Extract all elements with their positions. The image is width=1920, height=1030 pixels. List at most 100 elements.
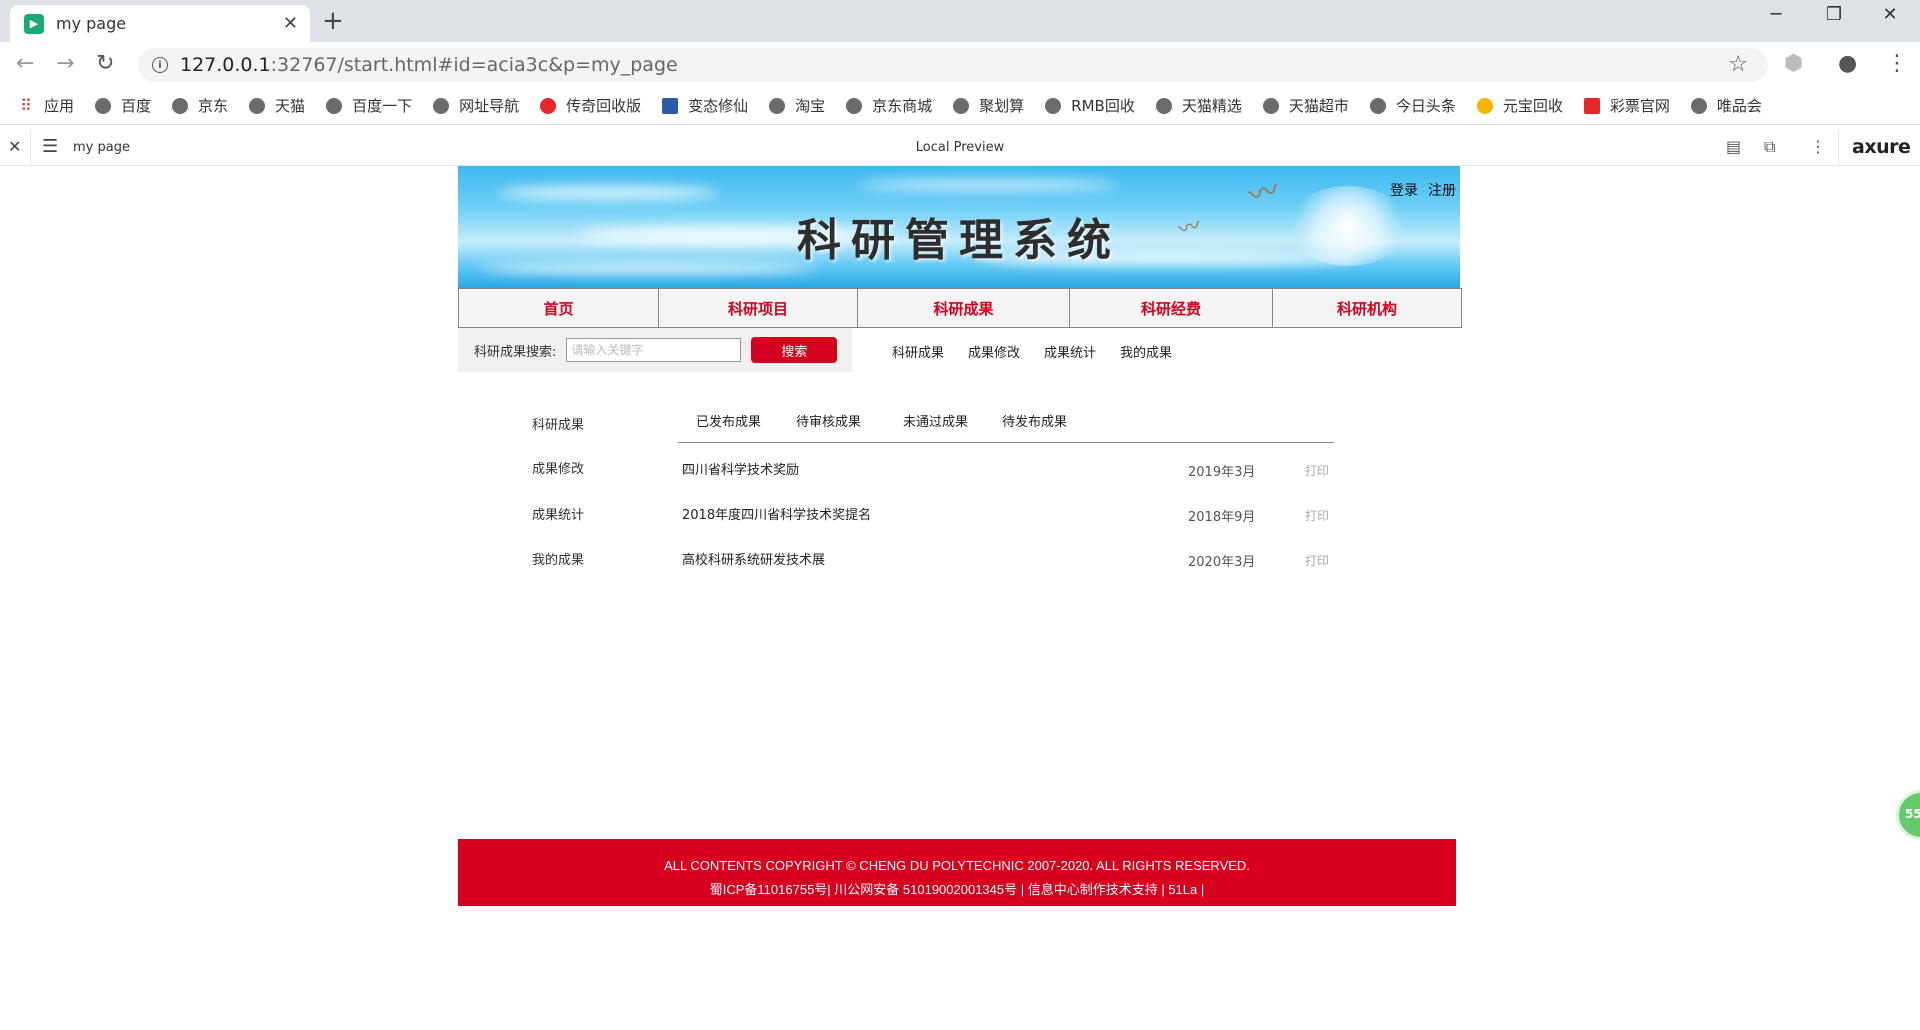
lottery-icon xyxy=(1583,97,1600,114)
bookmark-item[interactable]: 聚划算 xyxy=(953,95,1024,116)
register-link[interactable]: 注册 xyxy=(1428,180,1456,200)
minimize-icon[interactable]: ─ xyxy=(1756,4,1796,25)
bookmark-item[interactable]: 百度 xyxy=(95,95,151,116)
url-path: :32767/start.html#id=acia3c&p=my_page xyxy=(270,54,678,76)
close-tab-icon[interactable]: ✕ xyxy=(283,13,298,34)
bookmark-item[interactable]: RMB回收 xyxy=(1045,95,1135,116)
globe-icon xyxy=(1045,97,1062,114)
inspect-icon[interactable]: ⧉ xyxy=(1764,137,1775,157)
nav-home[interactable]: 首页 xyxy=(459,289,659,327)
sidebar-item-research-results[interactable]: 科研成果 xyxy=(532,414,584,433)
bookmark-item[interactable]: 淘宝 xyxy=(769,95,825,116)
bookmarks-bar: ⠿ 应用 百度 京东 天猫 百度一下 网址导航 传奇回收版 变态修仙 淘宝 京东商… xyxy=(0,87,1920,125)
main-nav: 首页 科研项目 科研成果 科研经费 科研机构 xyxy=(458,288,1462,328)
bookmark-item[interactable]: 百度一下 xyxy=(326,95,412,116)
play-icon: ▶ xyxy=(24,13,44,34)
bookmark-item[interactable]: 天猫超市 xyxy=(1262,95,1349,116)
tab-to-publish[interactable]: 待发布成果 xyxy=(1002,411,1067,430)
nav-research-funding[interactable]: 科研经费 xyxy=(1070,289,1273,327)
globe-icon xyxy=(172,97,189,114)
address-bar[interactable]: i 127.0.0.1 :32767/start.html#id=acia3c&… xyxy=(138,48,1768,82)
sidebar-item-my-results[interactable]: 我的成果 xyxy=(532,549,584,568)
globe-icon xyxy=(1369,97,1386,114)
nav-research-results[interactable]: 科研成果 xyxy=(858,289,1070,327)
preview-label: Local Preview xyxy=(915,140,1005,155)
bookmark-apps[interactable]: ⠿ 应用 xyxy=(18,95,74,116)
browser-tab[interactable]: ▶ my page ✕ xyxy=(10,5,310,42)
menu-kebab-icon[interactable]: ⋮ xyxy=(1886,51,1908,76)
bookmark-star-icon[interactable]: ☆ xyxy=(1728,52,1748,77)
new-tab-icon[interactable]: + xyxy=(322,6,344,36)
nav-research-projects[interactable]: 科研项目 xyxy=(659,289,858,327)
subnav-edit-results[interactable]: 成果修改 xyxy=(968,342,1020,361)
sub-nav: 科研成果 成果修改 成果统计 我的成果 xyxy=(892,342,1196,361)
site-title: 科研管理系统 xyxy=(797,215,1121,266)
globe-icon xyxy=(1262,97,1279,114)
globe-icon xyxy=(433,97,450,114)
subnav-my-results[interactable]: 我的成果 xyxy=(1120,342,1172,361)
tab-rejected[interactable]: 未通过成果 xyxy=(903,411,968,430)
gold-ingot-icon xyxy=(1476,97,1493,114)
login-link[interactable]: 登录 xyxy=(1390,180,1418,200)
globe-icon xyxy=(846,97,863,114)
bookmark-item[interactable]: 元宝回收 xyxy=(1476,95,1563,116)
forward-icon[interactable]: → xyxy=(56,51,74,76)
result-date: 2020年3月 xyxy=(1188,555,1256,570)
bookmark-item[interactable]: 彩票官网 xyxy=(1583,95,1670,116)
record-icon xyxy=(540,97,557,114)
notes-icon[interactable]: ▤ xyxy=(1726,137,1741,156)
print-link[interactable]: 打印 xyxy=(1305,462,1329,479)
nav-research-institutions[interactable]: 科研机构 xyxy=(1273,289,1461,327)
reload-icon[interactable]: ↻ xyxy=(96,51,114,76)
globe-icon xyxy=(326,97,343,114)
back-icon[interactable]: ← xyxy=(16,51,34,76)
subnav-research-results[interactable]: 科研成果 xyxy=(892,342,944,361)
result-title[interactable]: 2018年度四川省科学技术奖提名 xyxy=(682,504,871,523)
bookmark-item[interactable]: 传奇回收版 xyxy=(540,95,641,116)
list-item: 2018年度四川省科学技术奖提名 2018年9月 打印 xyxy=(682,504,1334,528)
extension-icon[interactable]: ⬢ xyxy=(1784,51,1803,76)
result-title[interactable]: 高校科研系统研发技术展 xyxy=(682,549,825,568)
copyright-text: ALL CONTENTS COPYRIGHT © CHENG DU POLYTE… xyxy=(664,858,1250,873)
search-button[interactable]: 搜索 xyxy=(751,337,838,363)
window-close-icon[interactable]: ✕ xyxy=(1870,4,1910,25)
print-link[interactable]: 打印 xyxy=(1305,507,1329,524)
results-tabs: 已发布成果 待审核成果 未通过成果 待发布成果 xyxy=(678,410,1334,443)
tab-title: my page xyxy=(56,14,127,33)
floating-counter-badge[interactable]: 55 xyxy=(1896,790,1920,840)
profile-icon[interactable]: ● xyxy=(1838,51,1857,76)
print-link[interactable]: 打印 xyxy=(1305,552,1329,569)
bookmark-item[interactable]: 天猫精选 xyxy=(1155,95,1242,116)
subnav-results-stats[interactable]: 成果统计 xyxy=(1044,342,1096,361)
bookmark-item[interactable]: 网址导航 xyxy=(433,95,519,116)
browser-toolbar: ← → ↻ i 127.0.0.1 :32767/start.html#id=a… xyxy=(0,42,1920,87)
globe-icon xyxy=(249,97,266,114)
globe-icon xyxy=(953,97,970,114)
results-search: 科研成果搜索: 搜索 xyxy=(458,328,852,372)
bookmark-item[interactable]: 京东商城 xyxy=(846,95,932,116)
auth-links: 登录 注册 xyxy=(1390,180,1456,200)
info-icon[interactable]: i xyxy=(152,57,168,73)
result-title[interactable]: 四川省科学技术奖励 xyxy=(682,459,799,478)
restore-icon[interactable]: ❐ xyxy=(1814,4,1854,25)
bookmark-item[interactable]: 天猫 xyxy=(249,95,305,116)
divider xyxy=(1838,130,1839,166)
sidebar-item-edit-results[interactable]: 成果修改 xyxy=(532,458,584,477)
browser-tab-strip: ▶ my page ✕ + ─ ❐ ✕ xyxy=(0,0,1920,42)
bookmark-item[interactable]: 京东 xyxy=(172,95,228,116)
axure-logo: axure xyxy=(1852,136,1911,158)
cloud-decoration xyxy=(498,186,718,200)
tab-pending-review[interactable]: 待审核成果 xyxy=(796,411,861,430)
bookmark-item[interactable]: 变态修仙 xyxy=(662,95,748,116)
bookmark-item[interactable]: 唯品会 xyxy=(1690,95,1762,116)
sidebar-item-results-stats[interactable]: 成果统计 xyxy=(532,504,584,523)
tab-published[interactable]: 已发布成果 xyxy=(696,411,761,430)
bookmark-item[interactable]: 今日头条 xyxy=(1369,95,1456,116)
axure-preview-bar: ✕ ☰ my page Local Preview ▤ ⧉ ⋮ axure xyxy=(0,130,1920,166)
apps-grid-icon: ⠿ xyxy=(20,96,32,115)
list-item: 高校科研系统研发技术展 2020年3月 打印 xyxy=(682,549,1334,573)
globe-icon xyxy=(1690,97,1707,114)
search-input[interactable] xyxy=(566,338,742,362)
more-options-icon[interactable]: ⋮ xyxy=(1810,137,1826,156)
result-date: 2019年3月 xyxy=(1188,465,1256,480)
